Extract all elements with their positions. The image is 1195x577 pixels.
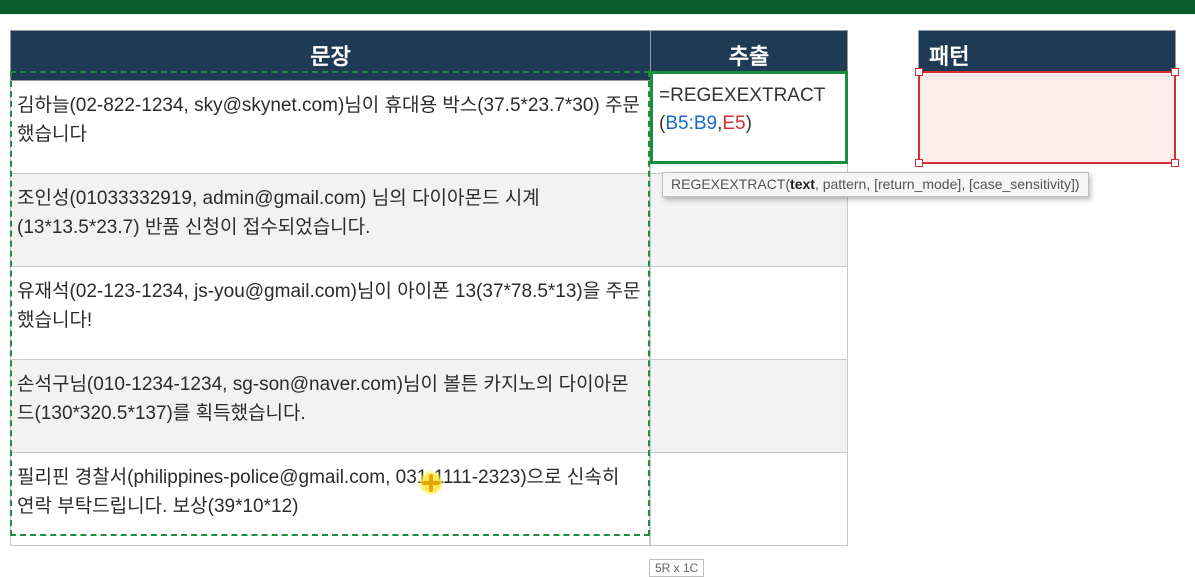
extract-cell[interactable] <box>650 267 848 360</box>
pattern-ref-cell[interactable] <box>918 71 1176 164</box>
extract-cell[interactable] <box>650 453 848 546</box>
selection-dimension-badge: 5R x 1C <box>649 559 704 577</box>
formula-ref2: E5 <box>722 113 745 134</box>
sentence-cell[interactable]: 유재석(02-123-1234, js-you@gmail.com)님이 아이폰… <box>10 267 650 360</box>
tooltip-fn: REGEXEXTRACT <box>671 176 785 192</box>
blank-cell[interactable] <box>848 71 918 164</box>
selection-handle[interactable] <box>915 68 923 76</box>
sentence-cell[interactable]: 손석구님(010-1234-1234, sg-son@naver.com)님이 … <box>10 360 650 453</box>
header-sentence[interactable]: 문장 <box>10 30 650 81</box>
extract-cell[interactable] <box>650 360 848 453</box>
formula-text: ) <box>746 113 752 134</box>
selection-handle[interactable] <box>1171 68 1179 76</box>
spacer-column <box>848 30 918 164</box>
active-formula-cell[interactable]: =REGEXEXTRACT(B5:B9,E5) <box>650 71 848 164</box>
selection-handle[interactable] <box>915 159 923 167</box>
sentence-cell[interactable]: 김하늘(02-822-1234, sky@skynet.com)님이 휴대용 박… <box>10 81 650 174</box>
tooltip-text: , pattern, [return_mode], [case_sensitiv… <box>815 176 1080 192</box>
selection-handle[interactable] <box>1171 159 1179 167</box>
window-top-bar <box>0 0 1195 14</box>
tooltip-arg-bold: text <box>790 176 815 192</box>
formula-ref1: B5:B9 <box>665 113 717 134</box>
sentence-cell[interactable]: 필리핀 경찰서(philippines-police@gmail.com, 03… <box>10 453 650 546</box>
sentence-cell[interactable]: 조인성(01033332919, admin@gmail.com) 님의 다이아… <box>10 174 650 267</box>
column-sentence: 문장 김하늘(02-822-1234, sky@skynet.com)님이 휴대… <box>10 30 650 546</box>
formula-text: = <box>659 85 670 106</box>
spreadsheet-area: 문장 김하늘(02-822-1234, sky@skynet.com)님이 휴대… <box>0 14 1195 546</box>
function-tooltip: REGEXEXTRACT(text, pattern, [return_mode… <box>662 172 1089 197</box>
